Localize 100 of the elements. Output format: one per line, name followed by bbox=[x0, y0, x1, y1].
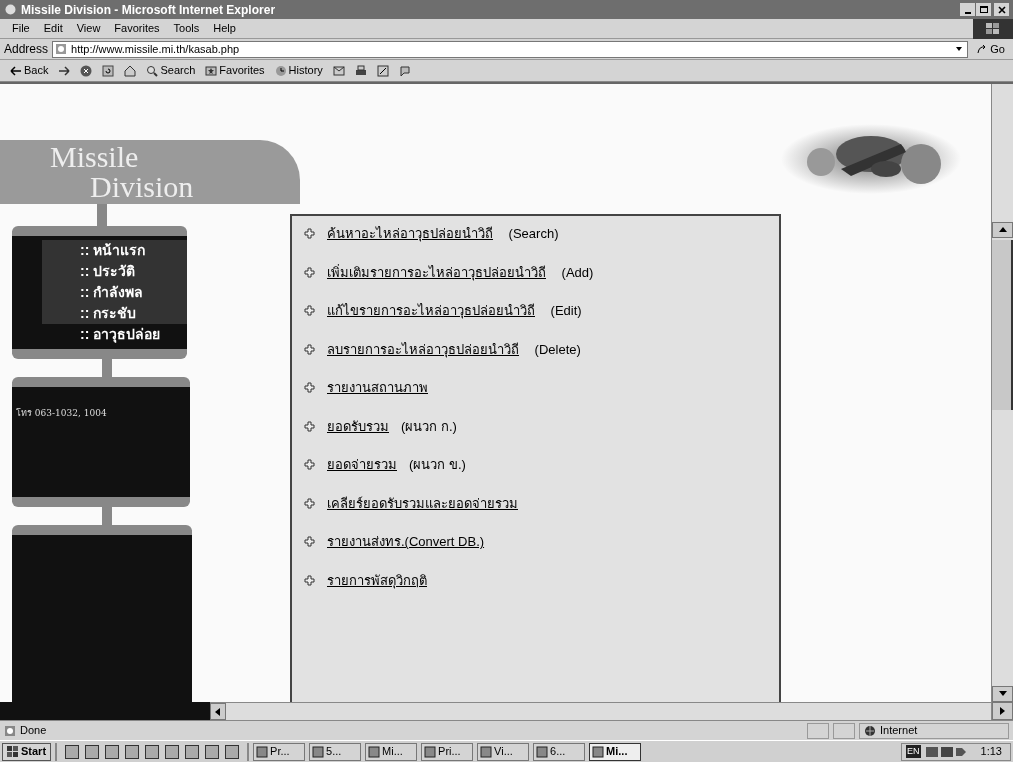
menu-item[interactable]: Edit bbox=[43, 20, 63, 37]
plus-icon bbox=[304, 305, 315, 317]
quick-launch-icon[interactable] bbox=[85, 744, 100, 759]
zone-text: Internet bbox=[880, 723, 918, 739]
quick-launch-icon[interactable] bbox=[225, 744, 240, 759]
taskbar-button[interactable]: Mi... bbox=[365, 742, 418, 761]
quick-launch-icon[interactable] bbox=[205, 744, 220, 759]
menu-link[interactable]: รายงานสถานภาพ bbox=[327, 378, 428, 398]
menu-link[interactable]: เคลียร์ยอดรับรวมและยอดจ่ายรวม bbox=[327, 493, 518, 513]
taskbar-button[interactable]: 5... bbox=[309, 742, 362, 761]
link-note: (Delete) bbox=[533, 340, 581, 359]
language-indicator[interactable]: EN bbox=[906, 744, 921, 759]
taskbar-button[interactable]: Pri... bbox=[421, 742, 474, 761]
taskbar-button[interactable]: Vi... bbox=[477, 742, 530, 761]
nav-link[interactable]: :: ประวัติ bbox=[42, 261, 187, 282]
down-arrow-icon bbox=[998, 691, 1007, 697]
start-button[interactable]: Start bbox=[2, 742, 52, 761]
star-folder-icon bbox=[205, 64, 218, 77]
logo-text: Missile bbox=[50, 142, 140, 172]
minimize-button[interactable] bbox=[960, 3, 975, 16]
browser-icon bbox=[4, 3, 17, 16]
window-title: Missile Division - Microsoft Internet Explorer bbox=[21, 1, 276, 19]
menu-link[interactable]: รายงานส่งทร.(Convert DB.) bbox=[327, 532, 485, 552]
scroll-right-button[interactable] bbox=[992, 702, 1013, 720]
status-text: Done bbox=[20, 723, 47, 739]
link-note: (Add) bbox=[560, 263, 594, 282]
quick-launch-icon[interactable] bbox=[105, 744, 120, 759]
up-arrow-icon bbox=[998, 227, 1007, 233]
quick-launch-icon[interactable] bbox=[185, 744, 200, 759]
plus-icon bbox=[304, 382, 315, 394]
tray-icons[interactable] bbox=[924, 744, 969, 759]
taskbar-button[interactable]: Pr... bbox=[253, 742, 306, 761]
menu-item[interactable]: File bbox=[12, 20, 30, 37]
address-label: Address bbox=[4, 41, 49, 58]
quick-launch-icon[interactable] bbox=[65, 744, 80, 759]
taskbar-button[interactable]: Mi... bbox=[589, 742, 642, 761]
status-pane bbox=[833, 722, 855, 739]
history-button[interactable]: History bbox=[272, 61, 325, 80]
right-arrow-icon bbox=[999, 707, 1006, 715]
menu-item[interactable]: Tools bbox=[173, 20, 200, 37]
window-icon bbox=[592, 745, 605, 758]
plus-icon bbox=[304, 343, 315, 355]
plus-icon bbox=[304, 497, 315, 509]
nav-link[interactable]: :: กระชับ bbox=[42, 303, 187, 324]
menu-link[interactable]: ยอดจ่ายรวม bbox=[327, 455, 397, 475]
scroll-up-button[interactable] bbox=[992, 222, 1013, 238]
menu-link[interactable]: ค้นหาอะไหล่อาวุธปล่อยนำวิถี bbox=[327, 224, 493, 244]
window-icon bbox=[424, 745, 437, 758]
scroll-down-button[interactable] bbox=[992, 686, 1013, 702]
address-field[interactable]: http://www.missile.mi.th/kasab.php bbox=[52, 40, 969, 58]
menu-link[interactable]: ลบรายการอะไหล่อาวุธปล่อยนำวิถี bbox=[327, 339, 519, 359]
menu-link[interactable]: ยอดรับรวม bbox=[327, 416, 389, 436]
window-icon bbox=[480, 745, 493, 758]
taskbar-button[interactable]: 6... bbox=[533, 742, 586, 761]
window-icon bbox=[368, 745, 381, 758]
plus-icon bbox=[304, 420, 315, 432]
menu-item[interactable]: Favorites bbox=[114, 20, 160, 37]
quick-launch-icon[interactable] bbox=[165, 744, 180, 759]
page-icon bbox=[55, 43, 68, 55]
plus-icon bbox=[304, 228, 315, 240]
menu-link[interactable]: รายการพัสดุวิกฤติ bbox=[327, 570, 427, 590]
nav-link[interactable]: :: กำลังพล bbox=[42, 282, 187, 303]
window-icon bbox=[536, 745, 549, 758]
status-pane bbox=[807, 722, 829, 739]
search-button[interactable]: Search bbox=[144, 61, 198, 80]
search-icon bbox=[146, 64, 159, 77]
favorites-button[interactable]: Favorites bbox=[203, 61, 267, 80]
menu-link[interactable]: เพิ่มเติมรายการอะไหล่อาวุธปล่อยนำวิถี bbox=[327, 262, 546, 282]
menu-item[interactable]: Help bbox=[213, 20, 236, 37]
scroll-left-button[interactable] bbox=[210, 703, 226, 720]
link-note: (Search) bbox=[507, 225, 559, 243]
left-arrow-icon bbox=[215, 707, 221, 716]
vertical-scrollbar[interactable] bbox=[991, 84, 1013, 720]
plus-icon bbox=[304, 574, 315, 586]
go-button[interactable]: Go bbox=[972, 40, 1009, 58]
link-note: (ผนวก ก.) bbox=[401, 417, 457, 436]
clock-icon bbox=[274, 64, 287, 77]
scroll-thumb[interactable] bbox=[992, 240, 1013, 410]
windows-logo-icon bbox=[7, 745, 19, 758]
home-icon bbox=[124, 64, 137, 77]
plus-icon bbox=[304, 459, 315, 471]
pencil-page-icon bbox=[376, 64, 389, 77]
horizontal-scrollbar[interactable] bbox=[210, 702, 991, 720]
back-arrow-icon bbox=[10, 64, 22, 77]
back-button[interactable]: Back bbox=[8, 61, 51, 80]
speech-bubble-icon bbox=[398, 64, 411, 77]
clock: 1:13 bbox=[979, 744, 1003, 760]
quick-launch-icon[interactable] bbox=[145, 744, 160, 759]
maximize-button[interactable] bbox=[976, 3, 991, 16]
envelope-icon bbox=[332, 64, 345, 77]
close-button[interactable] bbox=[994, 3, 1009, 16]
nav-link[interactable]: :: หน้าแรก bbox=[42, 240, 187, 261]
phone-text: โทร 063-1032, 1004 bbox=[16, 408, 107, 418]
menu-item[interactable]: View bbox=[76, 20, 101, 37]
menu-link[interactable]: แก้ไขรายการอะไหล่อาวุธปล่อยนำวิถี bbox=[327, 301, 535, 321]
forward-arrow-icon bbox=[58, 64, 71, 77]
stop-icon bbox=[80, 64, 93, 77]
nav-link[interactable]: :: อาวุธปล่อย bbox=[42, 324, 187, 345]
quick-launch-icon[interactable] bbox=[125, 744, 140, 759]
link-note: (Edit) bbox=[549, 302, 582, 320]
